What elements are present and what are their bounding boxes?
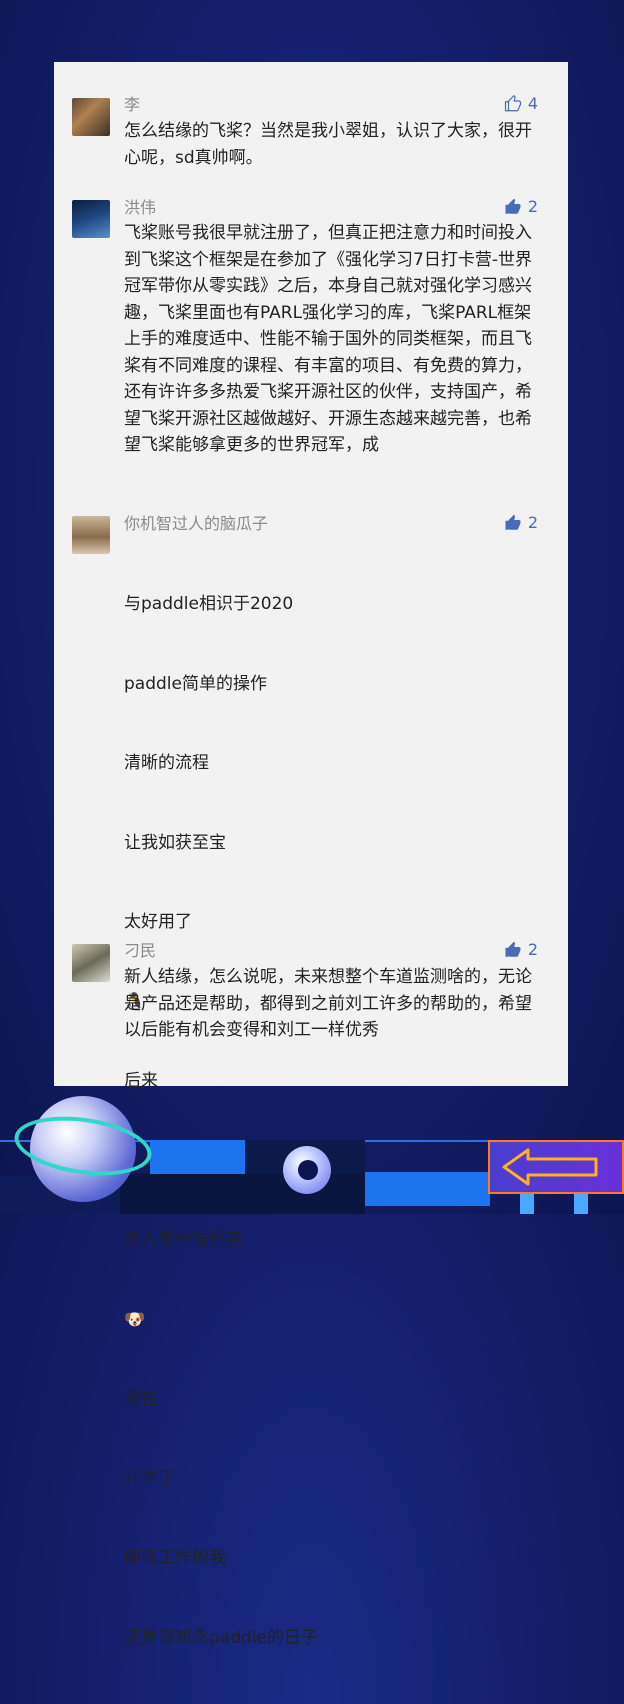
comment-author[interactable]: 洪伟 — [124, 198, 156, 218]
like-count: 2 — [527, 513, 538, 532]
avatar[interactable] — [72, 516, 110, 554]
thumbs-up-filled-icon — [505, 198, 521, 214]
thumbs-up-outline-icon — [504, 94, 521, 111]
avatar[interactable] — [72, 944, 110, 982]
text-line: 后来 — [124, 1071, 158, 1091]
text-line: 连人带狗被俘获 — [124, 1230, 243, 1250]
avatar[interactable] — [72, 200, 110, 238]
like-button[interactable]: 4 — [504, 94, 538, 113]
comment-text: 飞桨账号我很早就注册了，但真正把注意力和时间投入到飞桨这个框架是在参加了《强化学… — [124, 223, 532, 455]
text-line: paddle简单的操作 — [124, 673, 267, 694]
decor-block — [365, 1172, 490, 1206]
like-count: 2 — [527, 940, 538, 959]
text-line: 让我如获至宝 — [124, 832, 226, 853]
like-count: 4 — [527, 94, 538, 113]
comment-author[interactable]: 刁民 — [124, 941, 156, 961]
text-line: 即将工作的我 — [124, 1548, 226, 1568]
logo-badge-hole — [298, 1160, 318, 1180]
comment-author[interactable]: 李 — [124, 95, 140, 115]
back-button[interactable] — [488, 1140, 624, 1194]
text-line: 清晰的流程 — [124, 753, 209, 773]
like-button[interactable]: 2 — [504, 513, 538, 532]
comment-author[interactable]: 你机智过人的脑瓜子 — [124, 514, 268, 534]
text-line: 开学了 — [124, 1468, 175, 1489]
thumbs-up-filled-icon — [505, 941, 521, 957]
like-button[interactable]: 2 — [504, 940, 538, 959]
comment-text: 怎么结缘的飞桨？当然是我小翠姐，认识了大家，很开心呢，sd真帅啊。 — [124, 121, 532, 168]
decor-post — [574, 1194, 588, 1214]
text-line: 现在 — [124, 1389, 158, 1409]
text-line: 太好用了 — [124, 912, 192, 932]
comment-text: 与paddle相识于2020 paddle简单的操作 清晰的流程 让我如获至宝 … — [124, 538, 544, 1704]
text-line: 还是很想念paddle的日子 — [124, 1627, 318, 1648]
thumbs-up-filled-icon — [505, 514, 521, 530]
comment-text: 新人结缘，怎么说呢，未来想整个车道监测啥的，无论是产品还是帮助，都得到之前刘工许… — [124, 967, 532, 1040]
decor-block — [150, 1140, 245, 1174]
decor-post — [520, 1194, 534, 1214]
dog-emoji: 🐶 — [124, 1309, 146, 1330]
comments-card: 李 4 怎么结缘的飞桨？当然是我小翠姐，认识了大家，很开心呢，sd真帅啊。 洪伟… — [54, 62, 568, 1648]
like-button[interactable]: 2 — [504, 197, 538, 216]
avatar[interactable] — [72, 98, 110, 136]
like-count: 2 — [527, 197, 538, 216]
back-arrow-icon — [502, 1148, 598, 1186]
text-line: 与paddle相识于2020 — [124, 594, 294, 614]
